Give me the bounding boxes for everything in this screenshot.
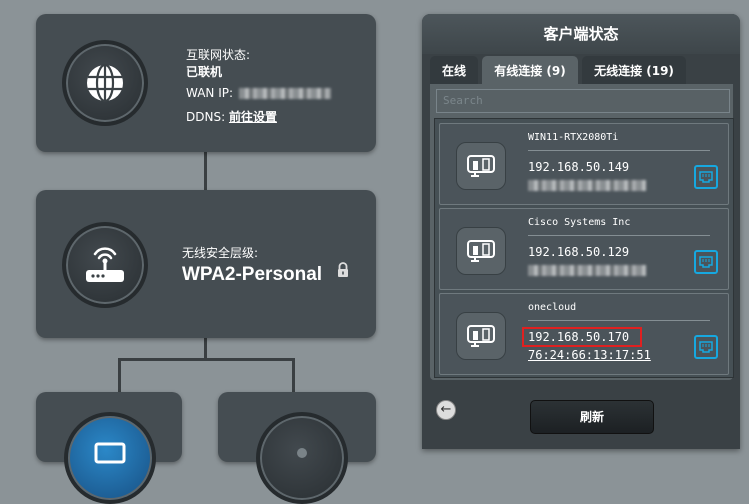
globe-icon: [62, 40, 148, 126]
ddns-row: DDNS: 前往设置: [186, 108, 277, 125]
tab-wired[interactable]: 有线连接 (9): [482, 56, 578, 84]
security-level-value: WPA2-Personal: [182, 264, 323, 285]
client-name: Cisco Systems Inc: [528, 217, 631, 228]
device-icon: [456, 142, 506, 190]
client-item[interactable]: onecloud 192.168.50.170 76:24:66:13:17:5…: [439, 293, 729, 375]
security-level-label: 无线安全层级:: [182, 246, 259, 260]
refresh-button[interactable]: 刷新: [530, 400, 654, 434]
wan-ip-label: WAN IP:: [186, 86, 234, 100]
connector-right-drop: [292, 358, 295, 394]
client-list[interactable]: WIN11-RTX2080Ti 192.168.50.149 Cisco Sys…: [434, 118, 734, 378]
client-name: onecloud: [528, 302, 577, 313]
device-icon: [456, 227, 506, 275]
client-divider: [528, 320, 710, 321]
client-divider: [528, 235, 710, 236]
ddns-label: DDNS:: [186, 110, 226, 124]
clients-card-partial[interactable]: [36, 392, 182, 504]
usb-card-partial[interactable]: [218, 392, 376, 504]
client-ip: 192.168.50.149: [528, 160, 630, 174]
client-mac-redacted: [528, 180, 646, 191]
wan-ip-row: WAN IP:: [186, 86, 331, 100]
client-ip: 192.168.50.129: [528, 245, 630, 259]
client-status-title: 客户端状态: [422, 14, 740, 54]
monitor-icon: [64, 412, 156, 504]
wan-ip-redacted: [238, 88, 331, 99]
ddns-settings-link[interactable]: 前往设置: [229, 110, 277, 124]
client-name: WIN11-RTX2080Ti: [528, 132, 619, 143]
client-mac: [528, 178, 646, 192]
client-mac-redacted: [528, 265, 646, 276]
connector-horizontal: [118, 358, 294, 361]
client-item[interactable]: Cisco Systems Inc 192.168.50.129: [439, 208, 729, 290]
client-mac: [528, 263, 646, 277]
internet-status-value: 已联机: [186, 65, 223, 79]
client-mac-link[interactable]: 76:24:66:13:17:51: [528, 348, 651, 362]
ethernet-port-icon[interactable]: [694, 250, 718, 274]
internet-status-card[interactable]: 互联网状态: 已联机 WAN IP: DDNS: 前往设置: [36, 14, 376, 152]
device-icon: [456, 312, 506, 360]
usb-icon: [256, 412, 348, 504]
tab-online[interactable]: 在线: [430, 56, 478, 84]
router-icon: [62, 222, 148, 308]
client-status-panel: 客户端状态 在线 有线连接 (9) 无线连接 (19) Search WIN11…: [422, 14, 740, 449]
connector-vertical-top: [204, 150, 207, 192]
back-arrow-icon[interactable]: ←: [436, 400, 456, 420]
ethernet-port-icon[interactable]: [694, 165, 718, 189]
internet-status-label: 互联网状态:: [186, 48, 251, 62]
connector-left-drop: [118, 358, 121, 394]
lock-icon: [338, 262, 348, 277]
tab-wireless[interactable]: 无线连接 (19): [582, 56, 686, 84]
wireless-security-card[interactable]: 无线安全层级: WPA2-Personal: [36, 190, 376, 338]
search-input[interactable]: Search: [436, 89, 730, 113]
ip-highlight-box: [522, 327, 642, 347]
connector-vertical-mid: [204, 336, 207, 360]
client-item[interactable]: WIN11-RTX2080Ti 192.168.50.149: [439, 123, 729, 205]
client-divider: [528, 150, 710, 151]
ethernet-port-icon[interactable]: [694, 335, 718, 359]
